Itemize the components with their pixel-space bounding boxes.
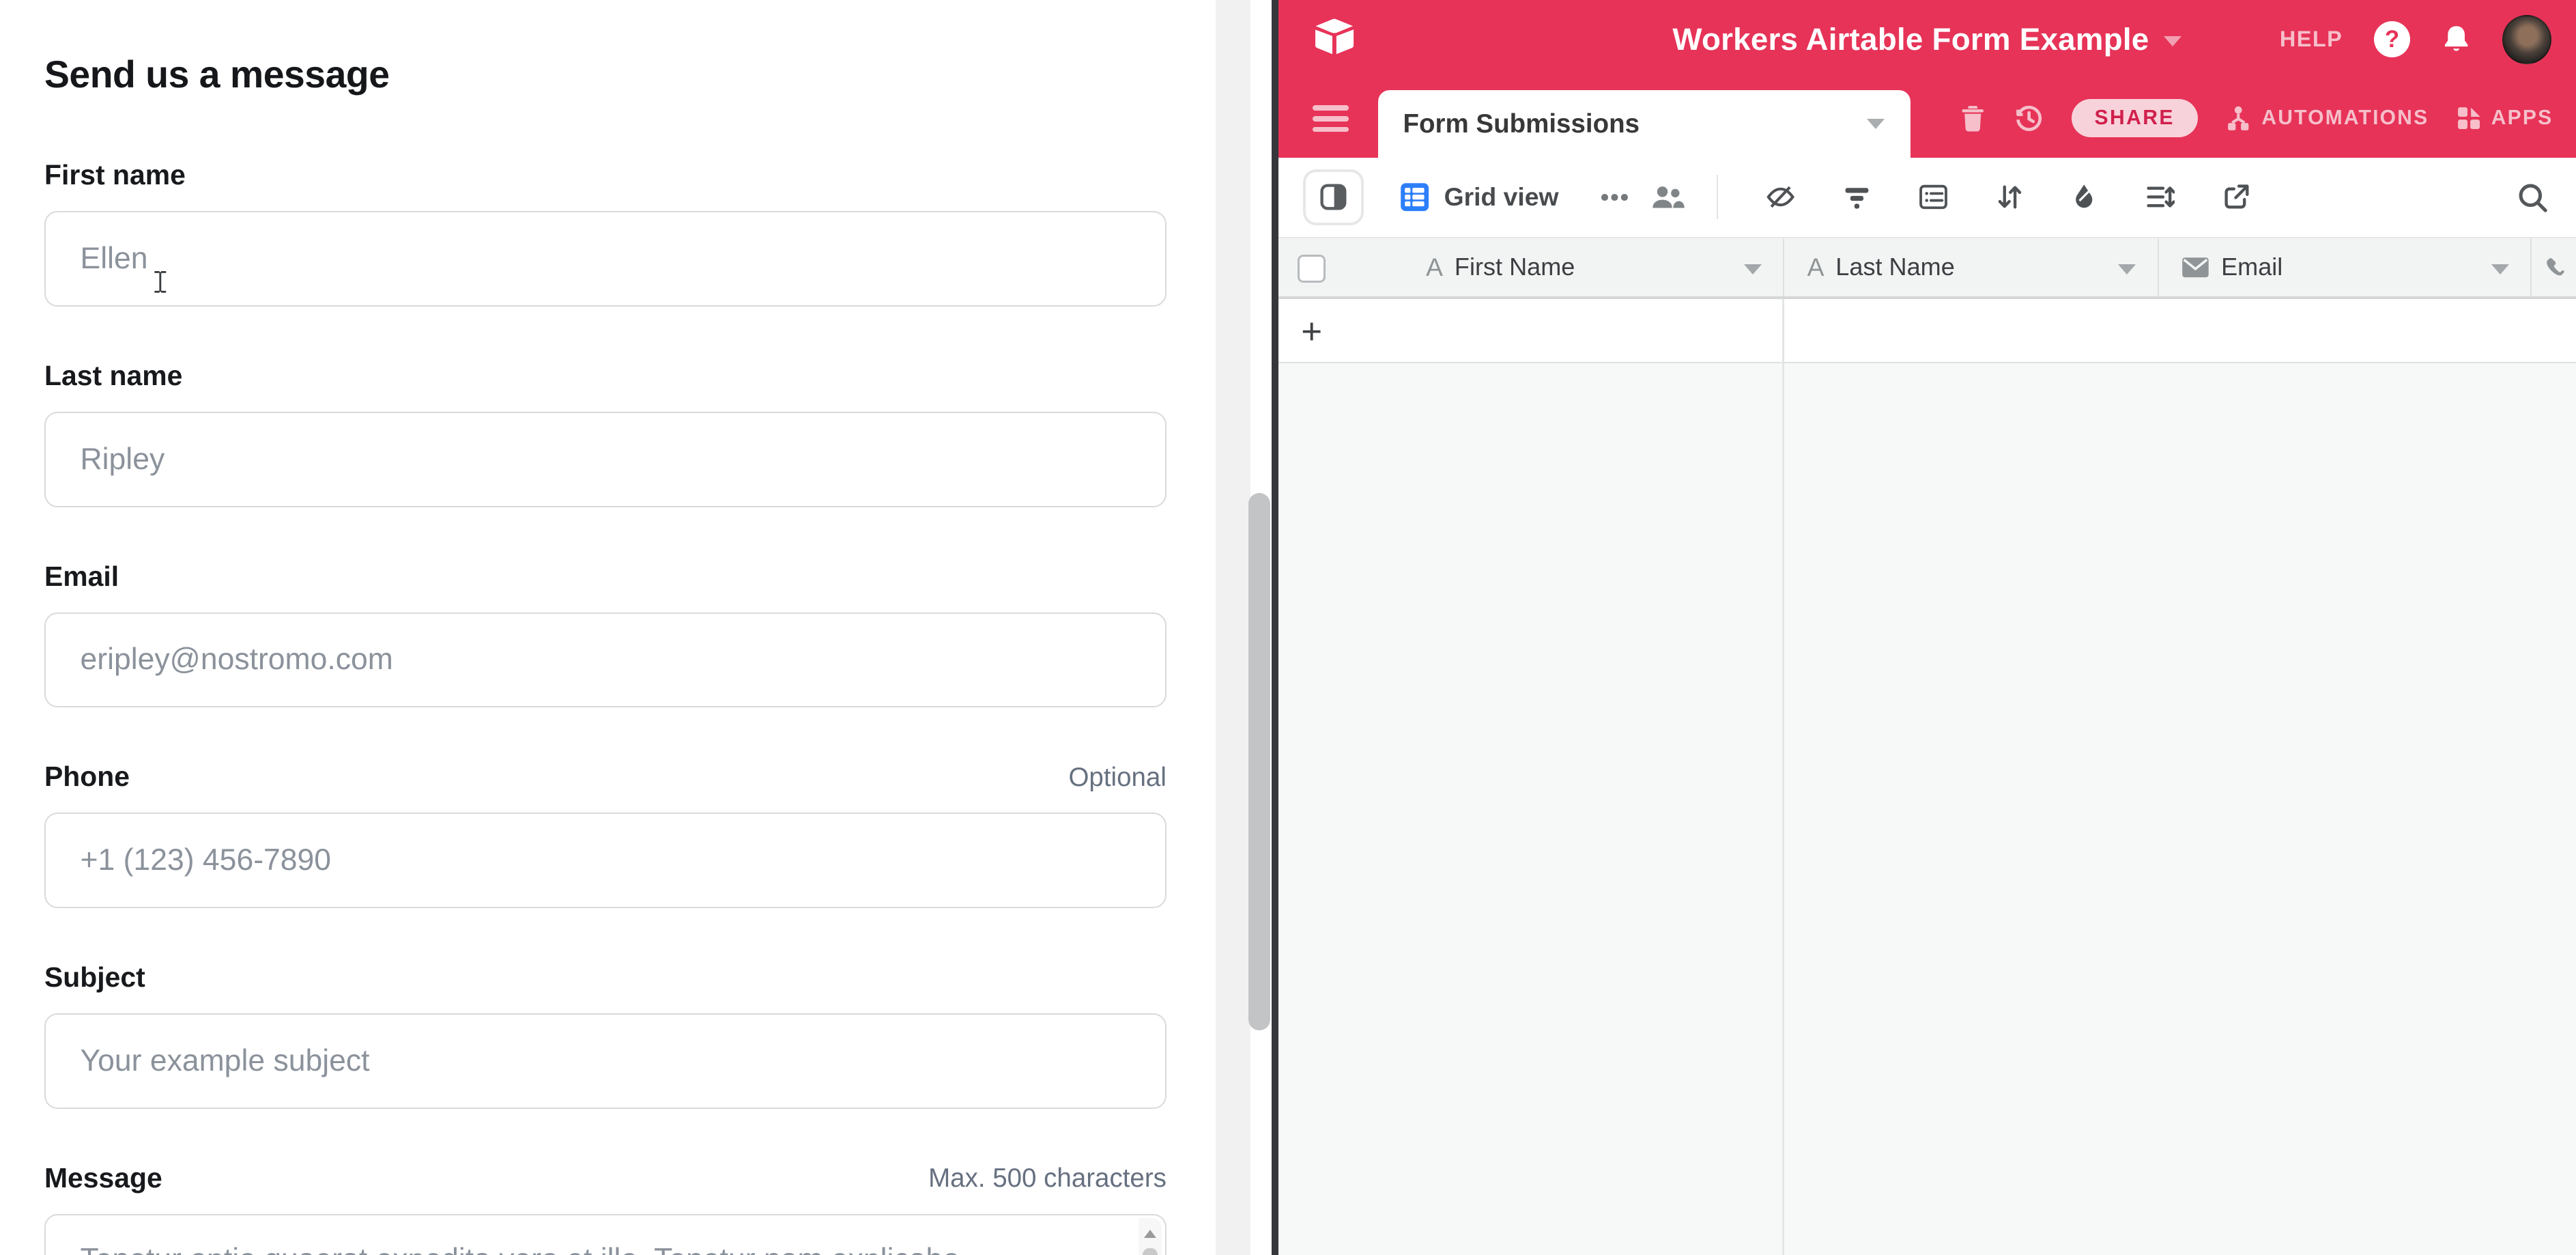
help-question-icon[interactable]: ?	[2374, 21, 2410, 57]
page-scrollbar-thumb[interactable]	[1248, 493, 1270, 1030]
email-field[interactable]	[44, 612, 1167, 708]
view-switcher-grid-view[interactable]: Grid view	[1400, 182, 1559, 212]
sort-icon[interactable]	[1996, 183, 2024, 211]
text-cursor-icon	[153, 270, 168, 294]
field-group-email: Email	[44, 561, 1167, 707]
automations-button[interactable]: AUTOMATIONS	[2225, 104, 2429, 132]
message-label: Message	[44, 1162, 162, 1194]
field-group-first-name: First name	[44, 159, 1167, 306]
group-icon[interactable]	[1919, 183, 1948, 211]
message-textarea[interactable]: Tenetur optio quaerat expedita vero et i…	[44, 1214, 1167, 1255]
last-name-label: Last name	[44, 360, 182, 391]
first-name-input[interactable]	[44, 211, 1167, 307]
hide-fields-icon[interactable]	[1766, 183, 1795, 211]
sidebar-toggle-icon	[1319, 183, 1347, 211]
column-header-phone[interactable]: Phone	[2532, 238, 2576, 296]
trash-icon[interactable]	[1960, 104, 1986, 132]
toolbar-divider	[1717, 175, 1718, 219]
column-chevron-down-icon[interactable]	[2491, 264, 2509, 274]
contact-form-pane: Send us a message First name Last name E…	[0, 0, 1273, 1255]
view-name-label: Grid view	[1444, 182, 1559, 212]
text-field-type-icon: A	[1807, 253, 1824, 282]
phone-optional-note: Optional	[1068, 763, 1166, 793]
filter-icon[interactable]	[1843, 184, 1871, 211]
field-group-last-name: Last name	[44, 360, 1167, 507]
message-scrollbar-thumb[interactable]	[1143, 1248, 1158, 1255]
row-height-icon[interactable]	[2145, 183, 2175, 211]
tabbar-right-cluster: SHARE AUTOMATIONS	[1960, 79, 2553, 158]
text-field-type-icon: A	[1426, 253, 1443, 282]
phone-field[interactable]	[44, 813, 1167, 908]
view-sidebar-toggle-button[interactable]	[1303, 169, 1364, 225]
email-label: Email	[44, 561, 119, 592]
color-icon[interactable]	[2071, 183, 2098, 211]
user-avatar[interactable]	[2502, 15, 2551, 64]
plus-icon: +	[1301, 311, 1322, 352]
select-all-checkbox[interactable]	[1298, 255, 1326, 283]
scroll-up-arrow-icon[interactable]	[1144, 1230, 1156, 1238]
help-button[interactable]: HELP	[2280, 27, 2343, 52]
grid-view-icon	[1400, 182, 1429, 212]
phone-field-type-icon	[2543, 254, 2570, 281]
share-button[interactable]: SHARE	[2072, 99, 2198, 137]
base-title[interactable]: Workers Airtable Form Example	[1672, 22, 2149, 57]
screenshot-stage: Send us a message First name Last name E…	[0, 0, 2576, 1255]
grid-header-row: A First Name A Last Name Email	[1278, 237, 2576, 299]
email-field-type-icon	[2181, 257, 2209, 278]
column-header-email[interactable]: Email	[2159, 238, 2532, 296]
page-title: Send us a message	[44, 53, 390, 96]
column-chevron-down-icon[interactable]	[2118, 264, 2136, 274]
first-name-label: First name	[44, 159, 186, 191]
subject-label: Subject	[44, 961, 145, 993]
field-group-phone: Phone Optional	[44, 761, 1167, 907]
field-group-subject: Subject	[44, 961, 1167, 1108]
apps-icon	[2457, 106, 2481, 130]
view-more-options-icon[interactable]	[1601, 194, 1608, 201]
bell-icon[interactable]	[2442, 24, 2471, 55]
view-toolbar: Grid view	[1278, 158, 2576, 237]
automations-icon	[2225, 104, 2252, 132]
table-tab-chevron-down-icon[interactable]	[1867, 119, 1885, 129]
history-icon[interactable]	[2014, 104, 2044, 133]
share-view-icon[interactable]	[2222, 183, 2250, 211]
grid-empty-area[interactable]	[1278, 365, 2576, 1255]
search-icon[interactable]	[2517, 182, 2548, 213]
message-scrollbar[interactable]	[1139, 1218, 1162, 1255]
airtable-pane: Workers Airtable Form Example HELP ? For…	[1278, 0, 2576, 1255]
window-divider	[1272, 0, 1278, 1255]
last-name-input[interactable]	[44, 412, 1167, 507]
message-placeholder-text: Tenetur optio quaerat expedita vero et i…	[81, 1243, 1110, 1255]
tab-form-submissions[interactable]: Form Submissions	[1378, 90, 1910, 158]
base-title-chevron-down-icon[interactable]	[2164, 36, 2181, 46]
topbar-right-cluster: HELP ?	[2280, 0, 2551, 79]
field-group-message: Message Max. 500 characters Tenetur opti…	[44, 1162, 1167, 1255]
message-maxlength-note: Max. 500 characters	[928, 1164, 1167, 1194]
apps-button[interactable]: APPS	[2457, 106, 2553, 130]
column-header-last-name[interactable]: A Last Name	[1784, 238, 2159, 296]
add-row-button[interactable]: +	[1278, 299, 2576, 363]
page-scrollbar[interactable]	[1216, 0, 1250, 1255]
phone-label: Phone	[44, 761, 130, 792]
collaborators-icon[interactable]	[1650, 185, 1685, 210]
column-chevron-down-icon[interactable]	[1744, 264, 1762, 274]
subject-field[interactable]	[44, 1013, 1167, 1109]
column-header-first-name[interactable]: A First Name	[1278, 238, 1784, 296]
hamburger-menu-icon[interactable]	[1313, 105, 1349, 138]
frozen-column-divider	[1782, 299, 1784, 1255]
airtable-tabbar: Form Submissions SHARE	[1278, 79, 2576, 158]
airtable-topbar: Workers Airtable Form Example HELP ?	[1278, 0, 2576, 79]
